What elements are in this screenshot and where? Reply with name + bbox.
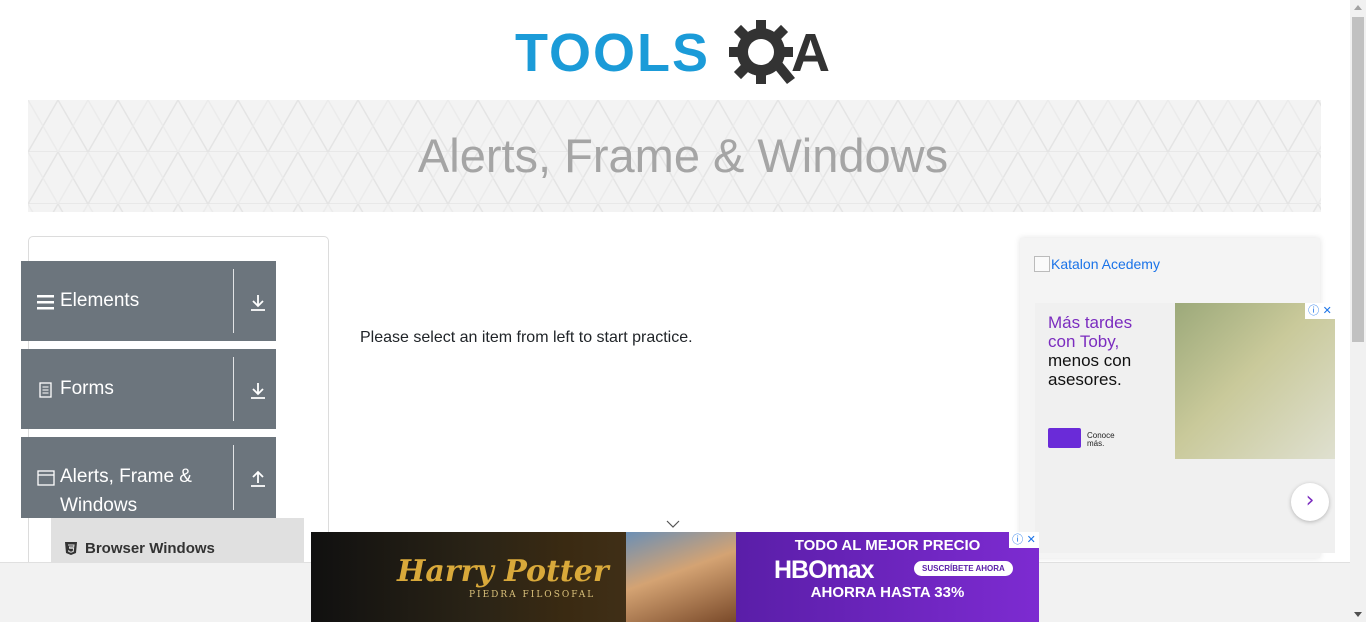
group-divider xyxy=(233,357,234,421)
ad-line: menos con xyxy=(1048,351,1132,370)
sidebar-group-forms[interactable]: Forms xyxy=(21,349,276,429)
hbo-logo: HBOmax xyxy=(774,556,875,584)
chevron-down-icon[interactable] xyxy=(666,519,680,529)
ad-close-icon[interactable]: ⓘ ✕ xyxy=(1305,303,1335,319)
movie-poster-image xyxy=(626,532,736,622)
download-arrow-icon[interactable] xyxy=(249,293,267,313)
sidebar-group-label: Alerts, Frame & xyxy=(60,466,192,487)
toolsqa-logo[interactable]: TOOLS A xyxy=(515,16,840,92)
bottom-ad-banner[interactable]: Harry Potter PIEDRA FILOSOFAL TODO AL ME… xyxy=(311,532,1039,622)
download-arrow-icon[interactable] xyxy=(249,381,267,401)
upload-arrow-icon[interactable] xyxy=(249,469,267,489)
instruction-text: Please select an item from left to start… xyxy=(360,329,693,346)
ad-photo xyxy=(1175,303,1335,459)
hbo-offer: AHORRA HASTA 33% xyxy=(810,584,965,601)
ad-headline: Más tardes con Toby, menos con asesores. xyxy=(1048,313,1132,389)
scroll-thumb[interactable] xyxy=(1352,17,1364,342)
movie-ad-image: Harry Potter PIEDRA FILOSOFAL xyxy=(311,532,736,622)
ad-small-text: Conoce más. xyxy=(1087,432,1115,448)
broken-image-icon xyxy=(1034,256,1050,272)
document-icon xyxy=(39,382,52,398)
hbo-ad: TODO AL MEJOR PRECIO HBOmax SUSCRÍBETE A… xyxy=(736,532,1039,622)
group-divider xyxy=(233,445,234,510)
ad-line: asesores. xyxy=(1048,370,1122,389)
credit-card-image xyxy=(1048,428,1081,448)
sidebar-item-label: Browser Windows xyxy=(85,540,215,557)
subscribe-button[interactable]: SUSCRÍBETE AHORA xyxy=(914,561,1013,576)
sidebar-group-label-line2: Windows xyxy=(60,495,138,516)
ad-close-icon[interactable]: ⓘ ✕ xyxy=(1009,532,1039,548)
ad-small-line: más. xyxy=(1087,439,1105,448)
logo-text: TOOLS xyxy=(515,23,711,83)
group-divider xyxy=(233,269,234,333)
scroll-up-icon[interactable] xyxy=(1354,5,1362,10)
page-scrollbar[interactable] xyxy=(1350,0,1366,622)
sidebar-group-alerts-frame-windows[interactable]: Alerts, Frame & Windows xyxy=(21,437,276,518)
chevron-right-icon[interactable]: › xyxy=(1291,483,1329,521)
hamburger-icon xyxy=(37,295,54,310)
ad-line: con Toby, xyxy=(1048,332,1120,351)
sidebar-group-label: Forms xyxy=(60,378,114,399)
page-title: Alerts, Frame & Windows xyxy=(417,129,949,182)
hbo-headline: TODO AL MEJOR PRECIO xyxy=(794,537,981,554)
logo-a: A xyxy=(791,23,830,83)
html5-icon xyxy=(65,542,77,555)
ad-line: Más tardes xyxy=(1048,313,1133,332)
sidebar-group-elements[interactable]: Elements xyxy=(21,261,276,341)
scroll-down-icon[interactable] xyxy=(1354,612,1362,617)
movie-title: Harry Potter xyxy=(397,554,609,589)
right-ad-container: Katalon Acedemy Más tardes con Toby, men… xyxy=(1020,238,1335,558)
ad-card[interactable]: Más tardes con Toby, menos con asesores.… xyxy=(1035,303,1335,553)
sidebar-group-label: Elements xyxy=(60,290,140,311)
katalon-alt-text: Katalon Acedemy xyxy=(1051,256,1160,272)
movie-subtitle: PIEDRA FILOSOFAL xyxy=(469,590,596,600)
katalon-ad-link[interactable]: Katalon Acedemy xyxy=(1034,256,1160,272)
window-icon xyxy=(37,470,55,486)
